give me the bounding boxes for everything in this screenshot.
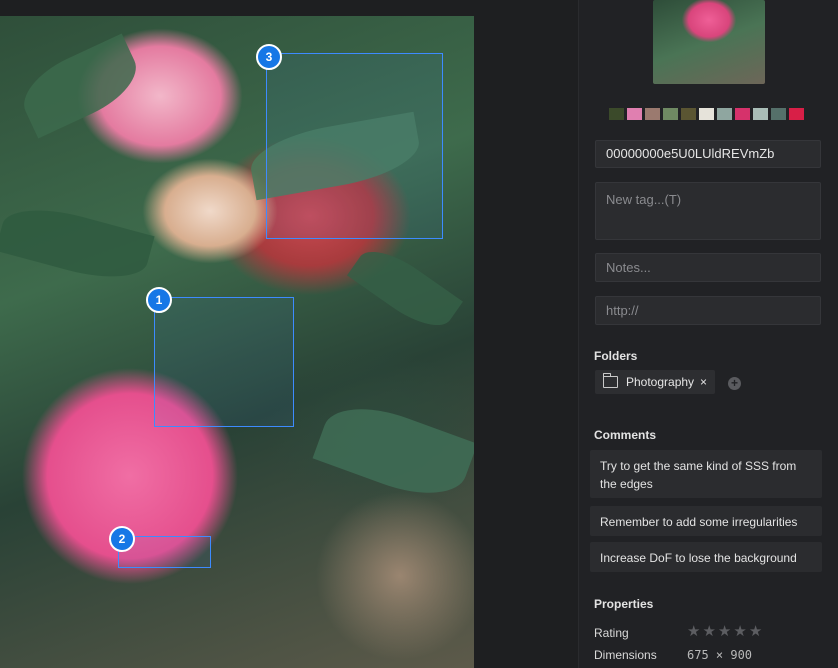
- color-swatch[interactable]: [681, 108, 696, 120]
- color-swatch[interactable]: [609, 108, 624, 120]
- id-field[interactable]: 00000000e5U0LUldREVmZb: [595, 140, 821, 168]
- folders-title: Folders: [594, 349, 638, 363]
- color-swatch[interactable]: [753, 108, 768, 120]
- color-swatch[interactable]: [627, 108, 642, 120]
- star-icon[interactable]: ★: [749, 624, 762, 639]
- url-placeholder: http://: [606, 303, 639, 318]
- color-swatch[interactable]: [735, 108, 750, 120]
- color-palette: [609, 108, 804, 120]
- leaf-shape: [312, 392, 474, 510]
- comment-text: Remember to add some irregularities: [600, 515, 798, 529]
- color-swatch[interactable]: [645, 108, 660, 120]
- leaf-shape: [12, 33, 148, 139]
- color-swatch[interactable]: [663, 108, 678, 120]
- folder-chip-label: Photography: [626, 375, 695, 389]
- thumbnail-preview[interactable]: [653, 0, 765, 84]
- comment-item[interactable]: Try to get the same kind of SSS from the…: [590, 450, 822, 498]
- rating-label: Rating: [594, 626, 629, 640]
- annotation-badge-1[interactable]: 1: [146, 287, 172, 313]
- star-icon[interactable]: ★: [702, 624, 715, 639]
- comment-text: Try to get the same kind of SSS from the…: [600, 459, 797, 491]
- image-canvas[interactable]: 1 2 3: [0, 0, 578, 668]
- annotation-box-3[interactable]: [266, 53, 443, 239]
- color-swatch[interactable]: [771, 108, 786, 120]
- notes-placeholder: Notes...: [606, 260, 651, 275]
- flower-photo[interactable]: 1 2 3: [0, 16, 474, 668]
- comment-text: Increase DoF to lose the background: [600, 551, 797, 565]
- folder-chip-photography[interactable]: Photography ×: [595, 370, 715, 394]
- rating-stars[interactable]: ★ ★ ★ ★ ★: [687, 624, 762, 639]
- annotation-box-1[interactable]: [154, 297, 294, 427]
- comment-item[interactable]: Remember to add some irregularities: [590, 506, 822, 536]
- star-icon[interactable]: ★: [687, 624, 700, 639]
- comments-title: Comments: [594, 428, 657, 442]
- dimensions-label: Dimensions: [594, 648, 657, 662]
- properties-title: Properties: [594, 597, 654, 611]
- color-swatch[interactable]: [717, 108, 732, 120]
- tag-input[interactable]: New tag...(T): [595, 182, 821, 240]
- folder-icon: [603, 373, 618, 388]
- url-input[interactable]: http://: [595, 296, 821, 325]
- star-icon[interactable]: ★: [718, 624, 731, 639]
- color-swatch[interactable]: [789, 108, 804, 120]
- notes-input[interactable]: Notes...: [595, 253, 821, 282]
- leaf-shape: [347, 238, 463, 339]
- id-field-value: 00000000e5U0LUldREVmZb: [606, 146, 775, 161]
- annotation-badge-3[interactable]: 3: [256, 44, 282, 70]
- annotation-badge-2[interactable]: 2: [109, 526, 135, 552]
- tag-input-placeholder: New tag...(T): [606, 192, 682, 207]
- remove-folder-button[interactable]: ×: [700, 375, 707, 389]
- add-folder-button[interactable]: +: [728, 377, 741, 390]
- dimensions-value: 675 × 900: [687, 648, 753, 662]
- leaf-shape: [0, 197, 155, 290]
- comment-item[interactable]: Increase DoF to lose the background: [590, 542, 822, 572]
- star-icon[interactable]: ★: [733, 624, 746, 639]
- color-swatch[interactable]: [699, 108, 714, 120]
- inspector-sidebar: 00000000e5U0LUldREVmZb New tag...(T) Not…: [578, 0, 838, 668]
